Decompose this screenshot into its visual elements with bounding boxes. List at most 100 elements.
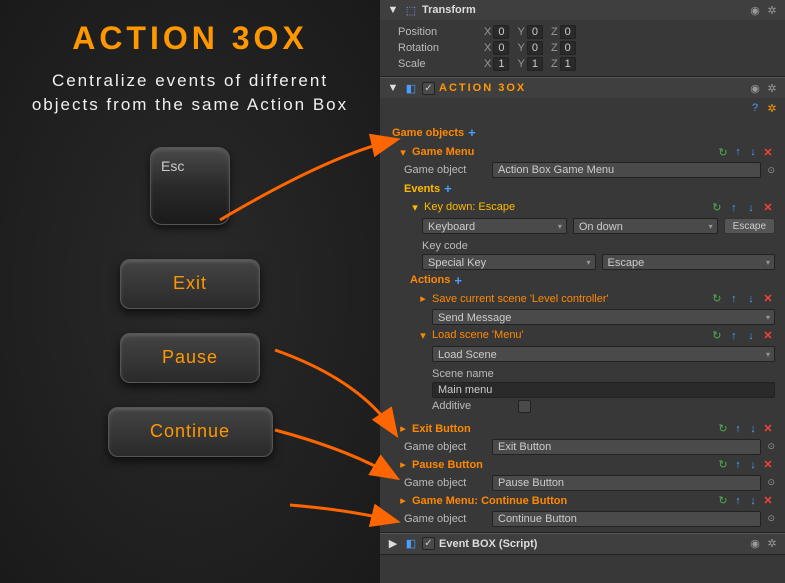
actions-section: Actions +	[386, 271, 779, 290]
eventbox-header[interactable]: ▶ ◧ Event BOX (Script) ◉ ✲	[380, 533, 785, 554]
object-picker-icon[interactable]: ⊙	[767, 165, 775, 176]
move-down-icon[interactable]: ↓	[744, 292, 758, 306]
event-trigger-select[interactable]: On down	[573, 218, 718, 234]
action-method-select[interactable]: Send Message	[432, 309, 775, 325]
foldout-icon[interactable]: ▸	[398, 422, 408, 435]
delete-icon[interactable]: ✕	[761, 145, 775, 159]
refresh-icon[interactable]: ↻	[716, 422, 730, 436]
object-picker-icon[interactable]: ⊙	[767, 477, 775, 488]
action-method-row: Load Scene	[386, 345, 779, 363]
help-icon[interactable]: ◉	[748, 3, 762, 17]
foldout-icon[interactable]: ▼	[386, 3, 400, 17]
foldout-icon[interactable]: ▸	[418, 292, 428, 305]
keycode-type-select[interactable]: Special Key	[422, 254, 596, 270]
event-key-button[interactable]: Escape	[724, 218, 775, 234]
add-event-icon[interactable]: +	[444, 181, 452, 196]
refresh-icon[interactable]: ↻	[710, 292, 724, 306]
delete-icon[interactable]: ✕	[761, 458, 775, 472]
inspector-panel: ▼ ⬚ Transform ◉ ✲ Position X0Y0Z0 Rotati…	[380, 0, 785, 583]
gameobject-row-game-menu: ▾ Game Menu ↻ ↑ ↓ ✕	[386, 143, 779, 161]
keycode-value-select[interactable]: Escape	[602, 254, 776, 270]
move-up-icon[interactable]: ↑	[727, 201, 741, 215]
object-picker-icon[interactable]: ⊙	[767, 513, 775, 524]
gear-icon[interactable]: ✲	[765, 3, 779, 17]
scl-y[interactable]: 1	[527, 57, 543, 71]
rot-z[interactable]: 0	[560, 41, 576, 55]
actionbox-header[interactable]: ▼ ◧ ACTION 3OX ◉ ✲	[380, 77, 785, 98]
additive-checkbox[interactable]	[518, 400, 531, 413]
refresh-icon[interactable]: ↻	[710, 328, 724, 342]
move-down-icon[interactable]: ↓	[746, 422, 760, 436]
foldout-icon[interactable]: ▾	[398, 146, 408, 159]
gameobject-input[interactable]: Exit Button	[492, 439, 761, 455]
delete-icon[interactable]: ✕	[761, 292, 775, 306]
enable-checkbox[interactable]	[422, 537, 435, 550]
move-down-icon[interactable]: ↓	[744, 329, 758, 343]
foldout-icon[interactable]: ▸	[398, 458, 408, 471]
refresh-icon[interactable]: ↻	[716, 458, 730, 472]
pos-z[interactable]: 0	[560, 25, 576, 39]
gameobject-field: Game object Exit Button ⊙	[386, 438, 779, 456]
refresh-icon[interactable]: ↻	[710, 200, 724, 214]
transform-header[interactable]: ▼ ⬚ Transform ◉ ✲	[380, 0, 785, 20]
move-up-icon[interactable]: ↑	[731, 145, 745, 159]
foldout-icon[interactable]: ▶	[386, 537, 400, 551]
enable-checkbox[interactable]	[422, 82, 435, 95]
help-icon[interactable]: ◉	[748, 81, 762, 95]
rot-x[interactable]: 0	[493, 41, 509, 55]
gameobject-row-pause: ▸ Pause Button ↻ ↑ ↓ ✕	[386, 456, 779, 474]
actionbox-component: ▼ ◧ ACTION 3OX ◉ ✲ ? ✲ Game objects + ▾ …	[380, 77, 785, 533]
tagline: Centralize events of different objects f…	[30, 69, 350, 117]
pos-x[interactable]: 0	[493, 25, 509, 39]
action-row-save: ▸ Save current scene 'Level controller' …	[386, 290, 779, 309]
foldout-icon[interactable]: ▼	[386, 81, 400, 95]
scl-z[interactable]: 1	[560, 57, 576, 71]
rot-y[interactable]: 0	[527, 41, 543, 55]
gear-icon[interactable]: ✲	[765, 81, 779, 95]
delete-icon[interactable]: ✕	[761, 422, 775, 436]
scene-name-input[interactable]: Main menu	[432, 382, 775, 398]
move-up-icon[interactable]: ↑	[731, 422, 745, 436]
eventbox-title: Event BOX (Script)	[439, 538, 744, 550]
foldout-icon[interactable]: ▾	[410, 201, 420, 214]
move-down-icon[interactable]: ↓	[746, 458, 760, 472]
move-up-icon[interactable]: ↑	[731, 458, 745, 472]
add-action-icon[interactable]: +	[454, 273, 462, 288]
gameobject-input[interactable]: Pause Button	[492, 475, 761, 491]
event-row-keydown: ▾ Key down: Escape ↻ ↑ ↓ ✕	[386, 198, 779, 217]
action-method-select[interactable]: Load Scene	[432, 346, 775, 362]
pos-y[interactable]: 0	[527, 25, 543, 39]
actionbox-tools: ? ✲	[380, 98, 785, 118]
delete-icon[interactable]: ✕	[761, 328, 775, 342]
help-icon[interactable]: ?	[748, 101, 762, 115]
move-up-icon[interactable]: ↑	[727, 292, 741, 306]
refresh-icon[interactable]: ↻	[716, 494, 730, 508]
move-up-icon[interactable]: ↑	[731, 494, 745, 508]
refresh-icon[interactable]: ↻	[716, 145, 730, 159]
help-icon[interactable]: ◉	[748, 537, 762, 551]
move-up-icon[interactable]: ↑	[727, 329, 741, 343]
pause-button[interactable]: Pause	[120, 333, 260, 383]
object-picker-icon[interactable]: ⊙	[767, 441, 775, 452]
gear-icon[interactable]: ✲	[765, 537, 779, 551]
action-row-load: ▾ Load scene 'Menu' ↻ ↑ ↓ ✕	[386, 326, 779, 345]
scl-x[interactable]: 1	[493, 57, 509, 71]
foldout-icon[interactable]: ▸	[398, 494, 408, 507]
gameobject-row-continue: ▸ Game Menu: Continue Button ↻ ↑ ↓ ✕	[386, 492, 779, 510]
gameobject-input[interactable]: Continue Button	[492, 511, 761, 527]
delete-icon[interactable]: ✕	[761, 200, 775, 214]
foldout-icon[interactable]: ▾	[418, 329, 428, 342]
continue-button[interactable]: Continue	[108, 407, 273, 457]
move-down-icon[interactable]: ↓	[746, 494, 760, 508]
keycode-row: Special Key Escape	[386, 253, 779, 271]
event-type-select[interactable]: Keyboard	[422, 218, 567, 234]
move-down-icon[interactable]: ↓	[744, 201, 758, 215]
delete-icon[interactable]: ✕	[761, 494, 775, 508]
esc-key[interactable]: Esc	[150, 147, 230, 225]
gameobject-input[interactable]: Action Box Game Menu	[492, 162, 761, 178]
settings-icon[interactable]: ✲	[765, 101, 779, 115]
move-down-icon[interactable]: ↓	[746, 145, 760, 159]
exit-button[interactable]: Exit	[120, 259, 260, 309]
actionbox-title: ACTION 3OX	[439, 82, 744, 94]
add-gameobject-icon[interactable]: +	[468, 125, 476, 140]
